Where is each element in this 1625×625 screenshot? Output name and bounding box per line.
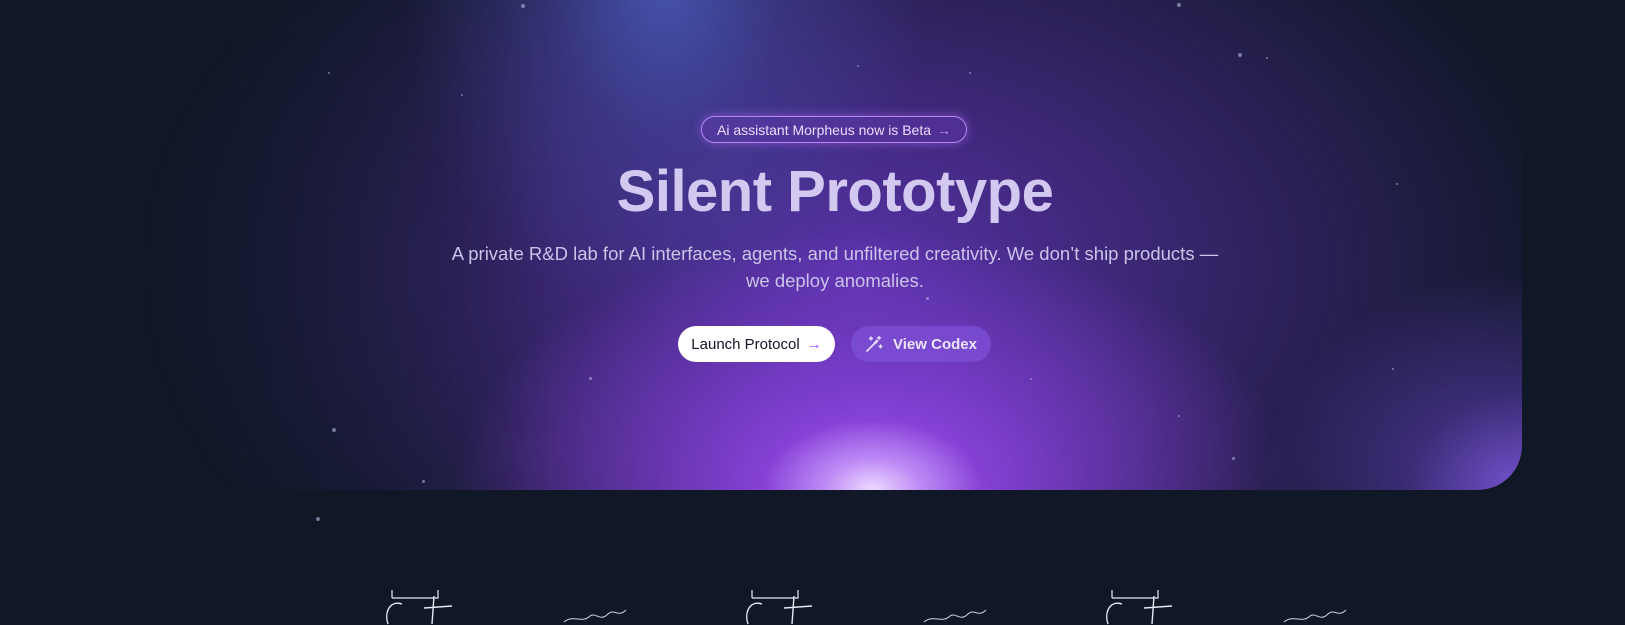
page-title: Silent Prototype — [616, 159, 1054, 224]
signature-logo-icon — [386, 590, 453, 625]
logo-strip — [0, 590, 1625, 625]
signature-logo-icon — [1106, 590, 1173, 625]
arrow-right-icon: → — [806, 335, 822, 353]
star-dot — [461, 94, 463, 96]
star-dot — [1266, 57, 1268, 59]
signature-logo-icon — [923, 609, 987, 623]
star-dot — [328, 72, 330, 74]
page-subtitle: A private R&D lab for AI interfaces, age… — [451, 243, 1219, 291]
star-dot — [1178, 415, 1180, 417]
star-dot — [1232, 457, 1235, 460]
star-dot — [926, 297, 929, 300]
star-dot — [589, 377, 592, 380]
star-dot — [422, 480, 425, 483]
launch-protocol-button[interactable]: Launch Protocol → — [678, 326, 835, 362]
arrow-right-icon: → — [937, 121, 951, 138]
star-dot — [521, 4, 525, 8]
star-dot — [1177, 3, 1181, 7]
star-dot — [1392, 368, 1394, 370]
star-dot — [857, 65, 859, 67]
landing-page: Ai assistant Morpheus now is Beta → Sile… — [0, 0, 1625, 625]
view-codex-button[interactable]: View Codex — [851, 326, 991, 362]
signature-logo-icon — [1283, 609, 1347, 623]
signature-logo-icon — [563, 609, 627, 623]
star-dot — [332, 428, 336, 432]
launch-protocol-label: Launch Protocol — [691, 335, 800, 353]
star-dot — [1030, 378, 1032, 380]
star-dot — [969, 72, 971, 74]
announcement-badge[interactable]: Ai assistant Morpheus now is Beta → — [701, 116, 967, 143]
star-dot — [316, 517, 320, 521]
badge-label: Ai assistant Morpheus now is Beta — [717, 121, 931, 138]
star-dot — [1238, 53, 1242, 57]
view-codex-label: View Codex — [893, 335, 977, 353]
signature-logo-icon — [746, 590, 813, 625]
magic-wand-icon — [865, 335, 883, 353]
